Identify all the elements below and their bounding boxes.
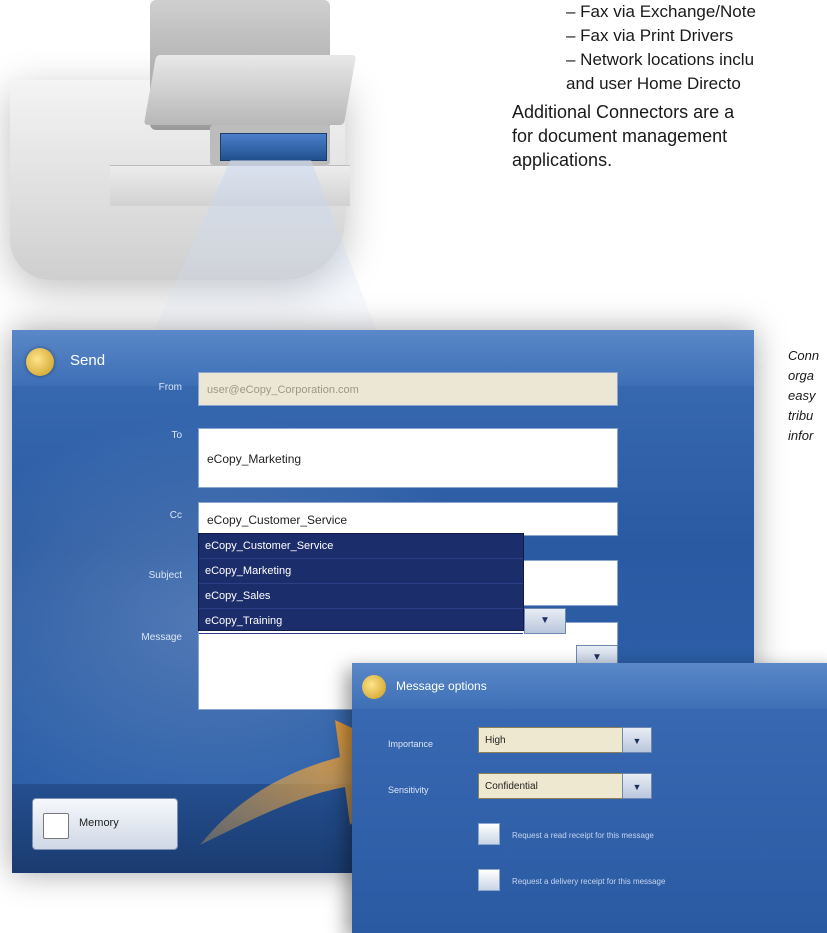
copier-illustration: [0, 0, 380, 340]
copier-document-feeder: [143, 55, 357, 125]
sensitivity-dropdown-icon[interactable]: ▼: [622, 773, 652, 799]
to-label: To: [171, 430, 182, 441]
dropdown-option[interactable]: eCopy_Sales: [199, 584, 523, 609]
dropdown-arrow-icon[interactable]: ▼: [524, 608, 566, 634]
to-field[interactable]: eCopy_Marketing: [198, 428, 618, 488]
paragraph-line: for document management: [512, 126, 728, 146]
dropdown-option[interactable]: eCopy_Customer_Service: [199, 534, 523, 559]
caption-line: easy: [788, 388, 816, 403]
bullet-item: – Fax via Exchange/Note: [566, 2, 756, 21]
paragraph-line: Additional Connectors are a: [512, 102, 735, 122]
send-window-title: Send: [70, 352, 106, 369]
bullet-item: – Network locations inclu: [566, 50, 755, 69]
message-options-dialog: Message options Importance High ▼ Sensit…: [352, 663, 827, 933]
cc-field[interactable]: eCopy_Customer_Service: [198, 502, 618, 536]
caption-line: infor: [788, 428, 814, 443]
subject-label: Subject: [148, 570, 182, 581]
message-options-titlebar: Message options: [352, 663, 827, 709]
delivery-receipt-label: Request a delivery receipt for this mess…: [512, 877, 666, 886]
dropdown-option[interactable]: eCopy_Marketing: [199, 559, 523, 584]
connector-bullet-list: – Fax via Exchange/Note – Fax via Print …: [566, 0, 827, 96]
memory-button-label: Memory: [79, 817, 119, 829]
copier-touchscreen: [220, 133, 327, 161]
importance-label: Importance: [388, 739, 434, 749]
sensitivity-label: Sensitivity: [388, 785, 429, 795]
from-field[interactable]: user@eCopy_Corporation.com: [198, 372, 618, 406]
caption-line: tribu: [788, 408, 814, 423]
message-options-title: Message options: [396, 679, 487, 693]
app-logo-icon: [362, 675, 386, 699]
importance-dropdown-icon[interactable]: ▼: [622, 727, 652, 753]
app-logo-icon: [26, 348, 54, 376]
bullet-item: and user Home Directo: [566, 74, 741, 93]
additional-connectors-paragraph: Additional Connectors are a for document…: [512, 100, 827, 172]
screenshot-caption: Conn orga easy tribu infor: [788, 346, 827, 446]
read-receipt-checkbox[interactable]: [478, 823, 500, 845]
delivery-receipt-checkbox[interactable]: [478, 869, 500, 891]
memory-icon: [43, 813, 69, 839]
cc-dropdown-list[interactable]: eCopy_Customer_Service eCopy_Marketing e…: [198, 533, 524, 634]
cc-label: Cc: [169, 510, 182, 521]
caption-line: Conn: [788, 348, 820, 363]
message-label: Message: [141, 632, 182, 643]
memory-button[interactable]: Memory: [32, 798, 178, 850]
paragraph-line: applications.: [512, 150, 613, 170]
from-label: From: [158, 382, 182, 393]
dropdown-option[interactable]: eCopy_Training: [199, 609, 523, 634]
caption-line: orga: [788, 368, 815, 383]
bullet-item: – Fax via Print Drivers: [566, 26, 734, 45]
read-receipt-label: Request a read receipt for this message: [512, 831, 654, 840]
